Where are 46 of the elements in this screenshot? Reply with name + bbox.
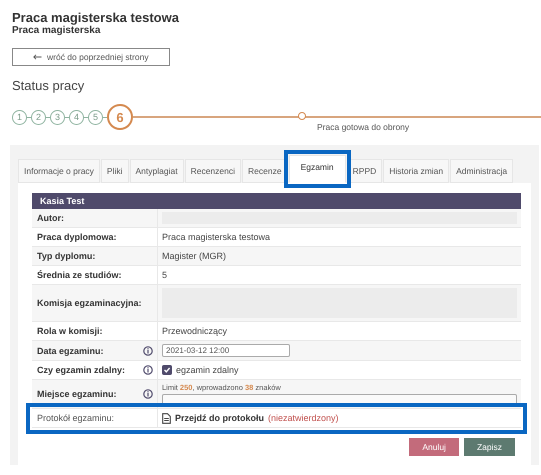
- info-icon[interactable]: [143, 365, 153, 375]
- field-value: Magister (MGR): [162, 251, 226, 261]
- field-value: Przewodniczący: [162, 326, 228, 336]
- arrow-left-icon: [33, 54, 42, 60]
- field-label: Autor:: [37, 213, 64, 223]
- field-label: Protokół egzaminu:: [37, 413, 114, 423]
- tab[interactable]: Administracja: [450, 159, 514, 183]
- step-circle: 3: [50, 110, 65, 124]
- field-label: Czy egzamin zdalny:: [37, 365, 126, 375]
- tab[interactable]: Recenzenci: [184, 159, 241, 183]
- milestone-label: Praca gotowa do obrony: [317, 122, 410, 132]
- field-label: Rola w komisji:: [37, 326, 103, 336]
- page-subtitle: Praca magisterska: [12, 25, 102, 36]
- step-circle: 2: [31, 110, 46, 124]
- field-label: Średnia ze studiów:: [37, 270, 122, 280]
- document-icon: [162, 412, 171, 424]
- place-input[interactable]: [162, 394, 517, 405]
- date-input[interactable]: 2021-03-12 12:00: [162, 344, 290, 357]
- step-circle: 6: [107, 104, 133, 130]
- tab[interactable]: Antyplagiat: [130, 159, 184, 183]
- field-label: Data egzaminu:: [37, 346, 104, 356]
- info-icon[interactable]: [143, 346, 153, 356]
- milestone-marker: [298, 112, 306, 120]
- step-circle: 5: [88, 110, 103, 124]
- section-heading: Status pracy: [12, 78, 86, 93]
- checkbox[interactable]: [162, 365, 172, 375]
- field-label: Typ dyplomu:: [37, 251, 96, 261]
- field-value: Praca magisterska testowa: [162, 232, 270, 242]
- tab[interactable]: Pliki: [100, 159, 129, 183]
- table-header: Kasia Test: [32, 193, 521, 209]
- field-label: Miejsce egzaminu:: [37, 389, 117, 399]
- tab[interactable]: Historia zmian: [383, 159, 450, 183]
- field-value: 5: [162, 270, 168, 280]
- field-label: Praca dyplomowa:: [37, 232, 117, 242]
- protocol-link[interactable]: Przejdź do protokołu: [175, 413, 264, 423]
- step-circle: 4: [69, 110, 84, 124]
- field-label: Komisja egzaminacyjna:: [37, 298, 142, 308]
- info-icon[interactable]: [143, 389, 153, 399]
- page-title: Praca magisterska testowa: [12, 10, 180, 25]
- cancel-button[interactable]: Anuluj: [409, 438, 459, 456]
- step-circle: 1: [12, 110, 27, 124]
- tab[interactable]: Informacje o pracy: [18, 159, 100, 183]
- back-button[interactable]: wróć do poprzedniej strony: [12, 48, 170, 66]
- checkbox-label: egzamin zdalny: [176, 365, 239, 375]
- save-button[interactable]: Zapisz: [464, 438, 515, 456]
- status-text: (niezatwierdzony): [268, 413, 339, 423]
